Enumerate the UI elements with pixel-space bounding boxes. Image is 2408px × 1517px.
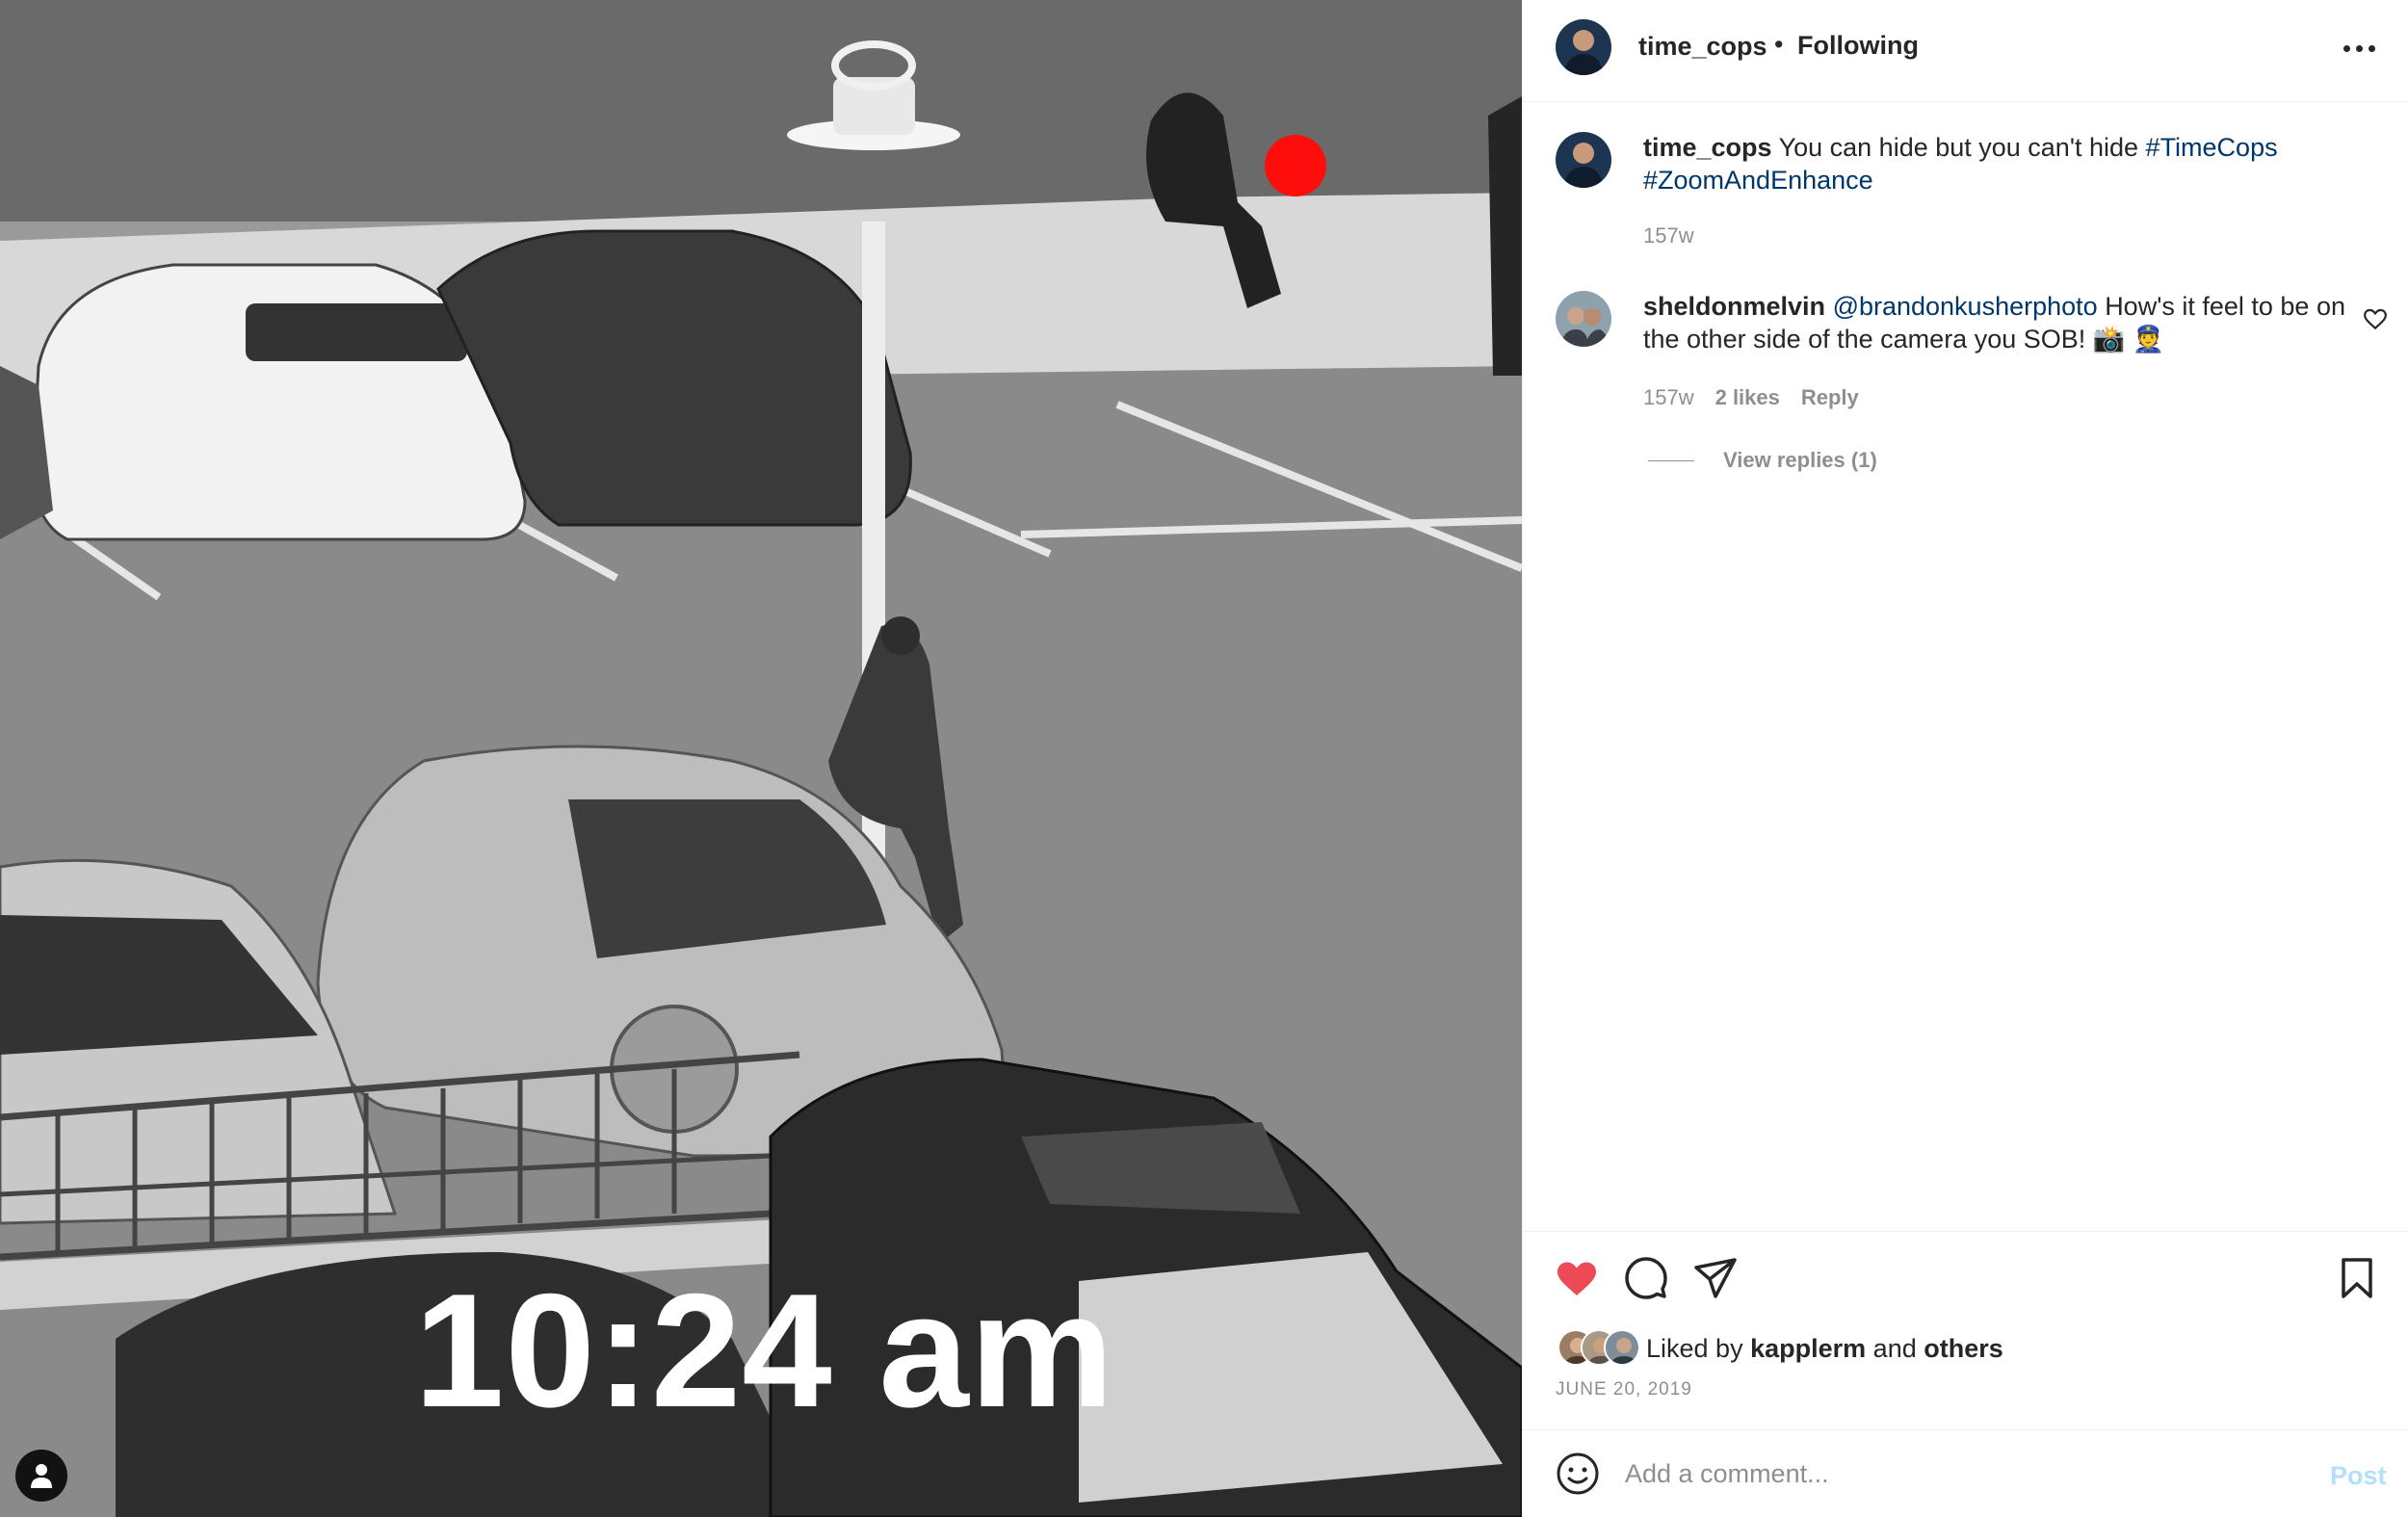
tagged-users-button[interactable] xyxy=(15,1450,67,1502)
hashtag-link[interactable]: #TimeCops xyxy=(2146,133,2278,162)
comment-icon[interactable] xyxy=(1623,1254,1669,1300)
header-username[interactable]: time_cops xyxy=(1638,32,1767,62)
timestamp-overlay: 10:24 am xyxy=(414,1260,1115,1441)
hashtag-link[interactable]: #ZoomAndEnhance xyxy=(1643,166,1873,195)
comment-meta: 157w 2 likes Reply xyxy=(1643,385,1859,410)
comment-mention[interactable]: @brandonkusherphoto xyxy=(1833,292,2098,321)
post-comment-button[interactable]: Post xyxy=(2330,1461,2387,1491)
replies-divider xyxy=(1648,459,1694,461)
caption-text: You can hide but you can't hide xyxy=(1778,133,2139,162)
bookmark-icon[interactable] xyxy=(2334,1254,2380,1300)
comment-username[interactable]: sheldonmelvin xyxy=(1643,292,1825,321)
others-link[interactable]: others xyxy=(1924,1334,2003,1363)
comment-timestamp[interactable]: 157w xyxy=(1643,385,1694,410)
caption-username[interactable]: time_cops xyxy=(1643,133,1772,162)
comment-input[interactable] xyxy=(1625,1450,2280,1498)
avatar[interactable] xyxy=(1556,19,1611,75)
liked-by-text: Liked by kapplerm and others xyxy=(1646,1334,2003,1364)
more-options-icon[interactable] xyxy=(2338,29,2380,67)
caption-avatar[interactable] xyxy=(1556,132,1611,188)
liker-username[interactable]: kapplerm xyxy=(1750,1334,1866,1363)
user-icon xyxy=(31,1464,52,1488)
emoji-icon[interactable] xyxy=(1556,1452,1600,1496)
header-separator: • xyxy=(1774,30,1784,59)
comment-body: sheldonmelvin @brandonkusherphoto How's … xyxy=(1643,290,2346,355)
post-image[interactable]: 10:24 am xyxy=(0,0,1522,1517)
comment-avatar[interactable] xyxy=(1556,291,1611,347)
share-icon[interactable] xyxy=(1692,1254,1739,1300)
add-comment-bar: Post xyxy=(1523,1429,2408,1517)
post-caption: time_cops You can hide but you can't hid… xyxy=(1643,131,2356,196)
liked-by-prefix: Liked by xyxy=(1646,1333,1743,1363)
caption-timestamp[interactable]: 157w xyxy=(1643,223,1694,248)
profile-photo xyxy=(1556,291,1611,347)
recording-dot xyxy=(1265,135,1326,196)
heart-icon[interactable] xyxy=(1554,1254,1600,1300)
comment-like-icon[interactable] xyxy=(2363,306,2388,331)
post-date[interactable]: JUNE 20, 2019 xyxy=(1556,1379,1692,1400)
following-button[interactable]: Following xyxy=(1797,31,1919,61)
liker-avatars[interactable] xyxy=(1557,1329,1644,1368)
profile-photo xyxy=(1556,19,1611,75)
view-replies-label: View replies (1) xyxy=(1723,448,1877,472)
reply-button[interactable]: Reply xyxy=(1801,385,1859,410)
comment-likes[interactable]: 2 likes xyxy=(1715,385,1780,410)
liked-by-joiner: and xyxy=(1872,1333,1917,1363)
post-header: time_cops • Following xyxy=(1523,0,2408,102)
liked-by-row: Liked by kapplerm and others xyxy=(1557,1329,2003,1368)
view-replies-button[interactable]: View replies (1) xyxy=(1648,448,1877,473)
post-side-panel: time_cops • Following time_cops You can … xyxy=(1522,0,2408,1517)
profile-photo xyxy=(1556,132,1611,188)
avatar xyxy=(1604,1329,1640,1366)
